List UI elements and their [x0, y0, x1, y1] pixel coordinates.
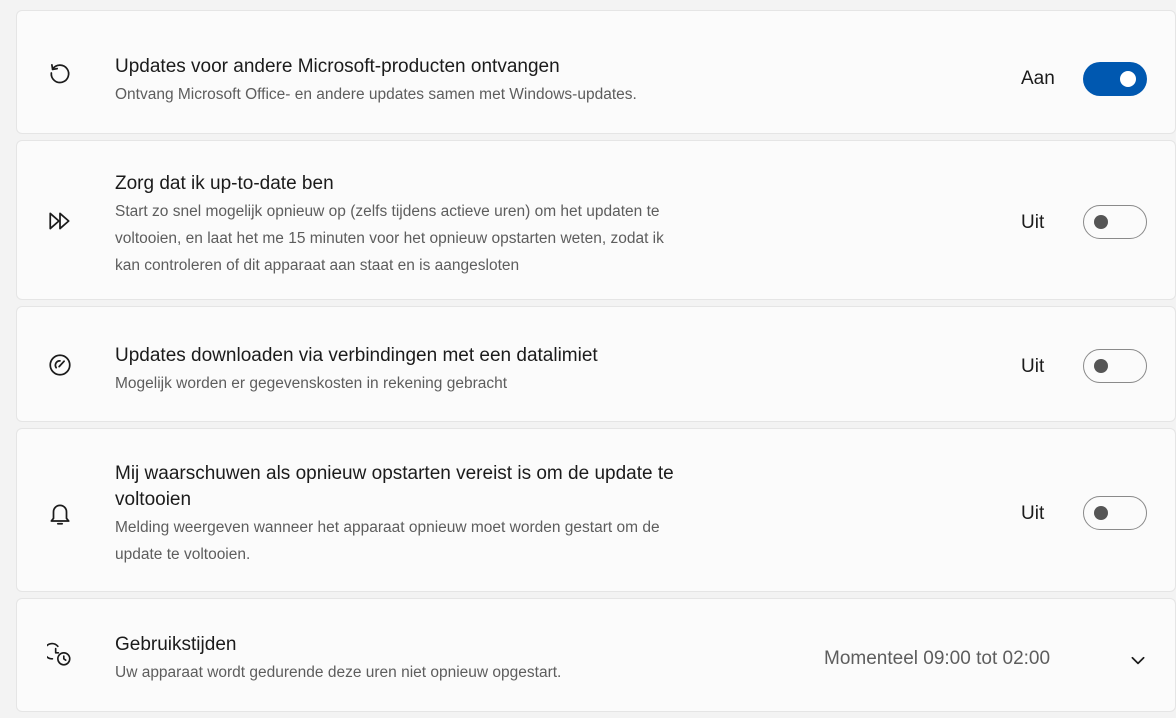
setting-description: Mogelijk worden er gegevenskosten in rek… — [115, 375, 508, 392]
setting-title: Zorg dat ik up-to-date ben — [115, 173, 334, 194]
chevron-down-icon[interactable] — [1129, 651, 1147, 669]
setting-active-hours[interactable]: Gebruikstijden Uw apparaat wordt geduren… — [16, 598, 1176, 712]
toggle-knob — [1094, 359, 1108, 373]
toggle-state-label: Uit — [1021, 356, 1045, 377]
toggle-state-label: Aan — [1021, 68, 1055, 89]
setting-description: Uw apparaat wordt gedurende deze uren ni… — [115, 664, 562, 681]
bell-icon — [45, 499, 75, 529]
restart-notify-toggle[interactable] — [1083, 496, 1147, 530]
active-hours-value: Momenteel 09:00 tot 02:00 — [824, 648, 1051, 669]
toggle-knob — [1094, 215, 1108, 229]
fast-forward-icon — [45, 206, 75, 236]
toggle-state-label: Uit — [1021, 212, 1045, 233]
setting-title: Mij waarschuwen als opnieuw opstarten ve… — [115, 461, 674, 513]
setting-title: Updates downloaden via verbindingen met … — [115, 345, 598, 366]
title-line: voltooien — [115, 489, 192, 510]
setting-description: Start zo snel mogelijk opnieuw op (zelfs… — [115, 198, 664, 279]
setting-other-microsoft-products: Updates voor andere Microsoft-producten … — [16, 10, 1176, 134]
speedometer-icon — [45, 350, 75, 380]
toggle-knob — [1094, 506, 1108, 520]
setting-description: Melding weergeven wanneer het apparaat o… — [115, 514, 674, 568]
other-products-toggle[interactable] — [1083, 62, 1147, 96]
active-hours-icon — [45, 640, 75, 670]
setting-title: Gebruikstijden — [115, 634, 237, 655]
description-line: kan controleren of dit apparaat aan staa… — [115, 257, 520, 274]
metered-download-toggle[interactable] — [1083, 349, 1147, 383]
description-line: Start zo snel mogelijk opnieuw op (zelfs… — [115, 203, 660, 220]
refresh-icon — [45, 58, 75, 88]
setting-restart-notification: Mij waarschuwen als opnieuw opstarten ve… — [16, 428, 1176, 592]
up-to-date-toggle[interactable] — [1083, 205, 1147, 239]
windows-update-advanced-options: Updates voor andere Microsoft-producten … — [16, 10, 1176, 718]
title-line: Mij waarschuwen als opnieuw opstarten ve… — [115, 463, 674, 484]
setting-title: Updates voor andere Microsoft-producten … — [115, 56, 560, 77]
setting-metered-connections: Updates downloaden via verbindingen met … — [16, 306, 1176, 422]
toggle-knob — [1120, 71, 1136, 87]
setting-get-me-up-to-date: Zorg dat ik up-to-date ben Start zo snel… — [16, 140, 1176, 300]
description-line: Melding weergeven wanneer het apparaat o… — [115, 519, 660, 536]
toggle-state-label: Uit — [1021, 503, 1045, 524]
description-line: voltooien, en laat het me 15 minuten voo… — [115, 230, 664, 247]
setting-description: Ontvang Microsoft Office- en andere upda… — [115, 86, 637, 103]
description-line: update te voltooien. — [115, 546, 251, 563]
